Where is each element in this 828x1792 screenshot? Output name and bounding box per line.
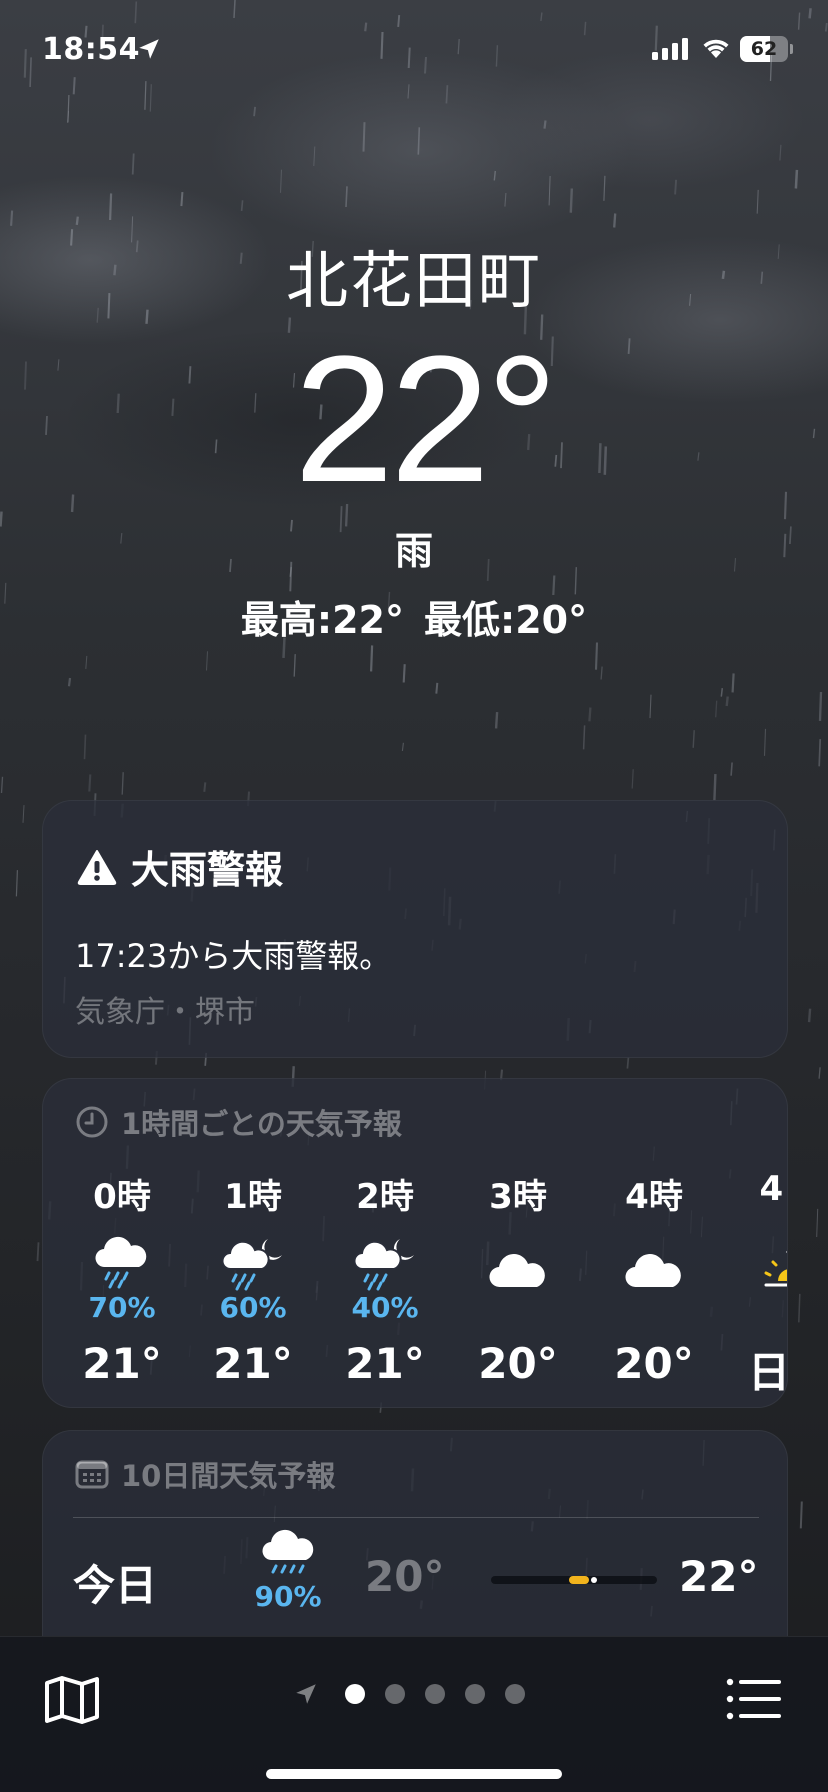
battery-icon: 62 [740, 36, 793, 62]
sunrise-icon [735, 1231, 787, 1291]
hourly-time: 1時 [224, 1177, 282, 1217]
clock-icon [76, 1106, 108, 1138]
status-time: 18:54 [42, 32, 140, 67]
hourly-time: 4:4 [759, 1169, 787, 1209]
battery-level: 62 [750, 38, 778, 60]
page-dot[interactable] [505, 1684, 525, 1704]
temperature-range-fill [569, 1576, 589, 1584]
cellular-signal-icon [652, 38, 688, 60]
hourly-item: 4:4 日の [735, 1169, 788, 1400]
hourly-precip-chance: 40% [351, 1291, 419, 1324]
hourly-temperature: 20° [478, 1339, 558, 1388]
hourly-forecast-header: 1時間ごとの天気予報 [75, 1101, 402, 1143]
low-temperature: 最低:20° [424, 598, 588, 642]
daily-day-label: 今日 [73, 1561, 158, 1610]
daily-low-temperature: 20° [365, 1552, 445, 1601]
page-dot[interactable] [425, 1684, 445, 1704]
hourly-forecast-list[interactable]: 0時 70% 21° 1時 60% 21° 2時 40% 21° 3時 20° 4時 20° 4:4 日の [43, 1169, 787, 1397]
cloud-icon [599, 1231, 709, 1291]
hourly-precip-chance: 70% [88, 1291, 156, 1324]
location-arrow-icon [139, 39, 159, 59]
daily-forecast-row[interactable]: 今日 90% 20° 22° [73, 1517, 759, 1637]
calendar-icon [75, 1460, 109, 1489]
cloud-icon [463, 1231, 573, 1291]
hourly-temperature: 21° [213, 1339, 293, 1388]
page-dot[interactable] [465, 1684, 485, 1704]
bottom-toolbar [0, 1636, 828, 1792]
daily-precip-chance: 90% [254, 1580, 322, 1613]
hourly-temperature: 日の [747, 1348, 788, 1397]
hourly-item: 0時 70% 21° [67, 1169, 177, 1388]
night-rain-cloud-icon [330, 1231, 440, 1291]
hourly-temperature: 21° [82, 1339, 162, 1388]
page-dot[interactable] [385, 1684, 405, 1704]
page-indicator[interactable] [0, 1681, 828, 1707]
rain-cloud-icon [67, 1231, 177, 1291]
alert-header: 大雨警報 [77, 839, 283, 894]
daily-high-temperature: 22° [679, 1552, 759, 1601]
list-icon[interactable] [726, 1677, 782, 1721]
hourly-time: 0時 [93, 1177, 151, 1217]
hourly-time: 2時 [356, 1177, 414, 1217]
hourly-time: 4時 [625, 1177, 683, 1217]
night-rain-cloud-icon [198, 1231, 308, 1291]
status-bar: 18:54 62 [0, 30, 828, 74]
high-low-temperature: 最高:22° 最低:20° [0, 589, 828, 644]
hourly-precip-chance: 60% [219, 1291, 287, 1324]
hourly-item: 3時 20° [463, 1169, 573, 1388]
home-indicator[interactable] [266, 1769, 562, 1779]
current-temperature: 22° [293, 319, 558, 520]
alert-message: 17:23から大雨警報。 [75, 937, 392, 975]
hourly-time: 3時 [489, 1177, 547, 1217]
location-arrow-icon[interactable] [293, 1681, 319, 1707]
location-name: 北花田町 [285, 244, 542, 317]
current-temperature-marker [591, 1577, 597, 1583]
wifi-icon [703, 39, 729, 58]
ten-day-forecast-title: 10日間天気予報 [121, 1459, 336, 1493]
weather-condition: 雨 [394, 529, 433, 573]
page-dot[interactable] [345, 1684, 365, 1704]
hourly-temperature: 20° [614, 1339, 694, 1388]
rain-cloud-icon [262, 1529, 314, 1574]
alert-title: 大雨警報 [131, 848, 284, 892]
hourly-temperature: 21° [345, 1339, 425, 1388]
ten-day-forecast-header: 10日間天気予報 [75, 1453, 335, 1495]
hourly-item: 1時 60% 21° [198, 1169, 308, 1388]
severe-weather-alert-card[interactable]: 大雨警報 17:23から大雨警報。 気象庁・堺市 [42, 800, 788, 1058]
hourly-item: 2時 40% 21° [330, 1169, 440, 1388]
high-temperature: 最高:22° [240, 598, 404, 642]
warning-icon [77, 849, 117, 885]
daily-weather-icon-group: 90% [233, 1528, 343, 1613]
current-weather: 北花田町 22° 雨 最高:22° 最低:20° [0, 230, 828, 644]
alert-source: 気象庁・堺市 [75, 995, 255, 1030]
temperature-range-bar [491, 1576, 657, 1584]
hourly-forecast-title: 1時間ごとの天気予報 [121, 1107, 402, 1141]
hourly-forecast-card[interactable]: 1時間ごとの天気予報 0時 70% 21° 1時 60% 21° 2時 40% 21° 3時 20°… [42, 1078, 788, 1408]
hourly-item: 4時 20° [599, 1169, 709, 1388]
